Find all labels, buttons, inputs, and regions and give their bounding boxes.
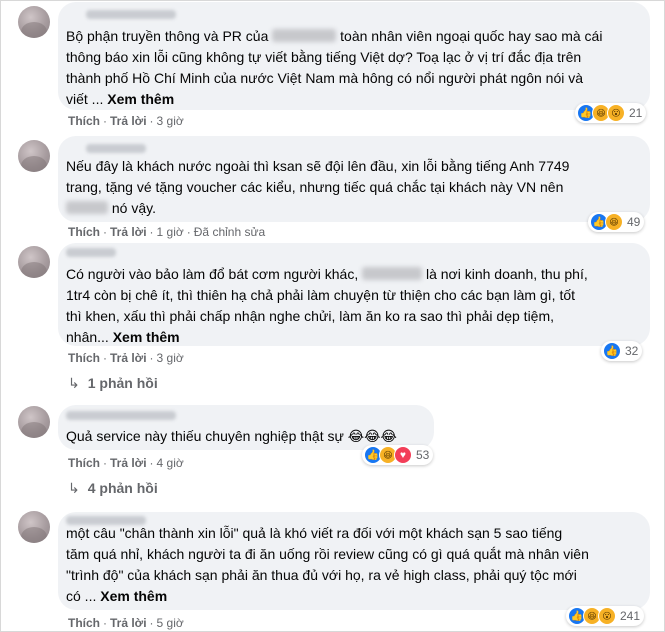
comment-text: Nếu đây là khách nước ngoài thì ksan sẽ … [66,158,570,174]
comment-text: một câu "chân thành xin lỗi" quả là khó … [66,525,563,541]
commenter-name-redacted[interactable] [66,248,116,257]
view-replies-link[interactable]: ↳ 4 phản hồi [68,480,158,497]
replies-count: 1 phản hồi [87,375,158,391]
commenter-name-redacted[interactable] [66,411,176,420]
comment-bubble: Bộ phận truyền thông và PR của toàn nhân… [58,2,650,110]
comment-text: Quả service này thiếu chuyên nghiệp thật… [66,428,397,444]
comment-text: thành phố Hồ Chí Minh của nước Việt Nam … [66,70,584,86]
comment-bubble: Quả service này thiếu chuyên nghiệp thật… [58,405,434,450]
replies-count: 4 phản hồi [87,480,158,496]
comment-text: là nơi kinh doanh, thu phí, [422,266,588,282]
comment-bubble: Nếu đây là khách nước ngoài thì ksan sẽ … [58,136,650,222]
see-more-link[interactable]: Xem thêm [107,91,174,107]
avatar[interactable] [18,140,50,172]
comment-text: thì khen, xấu thì phải chấp nhận nghe ch… [66,308,555,324]
timestamp[interactable]: 5 giờ [157,616,184,630]
reply-button[interactable]: Trả lời [110,456,147,470]
reaction-summary[interactable]: 👍 😆 ♥ 53 [362,445,434,465]
redacted-text [362,267,423,280]
love-reaction-icon: ♥ [394,446,412,464]
reply-button[interactable]: Trả lời [110,351,147,365]
view-replies-link[interactable]: ↳ 1 phản hồi [68,375,158,392]
reply-button[interactable]: Trả lời [110,225,147,239]
like-button[interactable]: Thích [68,456,100,470]
commenter-name-redacted[interactable] [86,144,146,153]
haha-reaction-icon: 😆 [605,213,623,231]
like-button[interactable]: Thích [68,114,100,128]
see-more-link[interactable]: Xem thêm [113,329,180,345]
like-reaction-icon: 👍 [603,342,621,360]
timestamp[interactable]: 3 giờ [157,114,184,128]
comment-text: toàn nhân viên ngoại quốc hay sao mà cái [336,28,603,44]
like-button[interactable]: Thích [68,351,100,365]
timestamp[interactable]: 3 giờ [157,351,184,365]
reaction-summary[interactable]: 👍 😆 😮 241 [566,606,645,626]
timestamp[interactable]: 4 giờ [157,456,184,470]
avatar[interactable] [18,6,50,38]
reply-arrow-icon: ↳ [68,375,80,391]
comment-text: tăm quá nhỉ, khách người ta đi ăn uống r… [66,546,589,562]
wow-reaction-icon: 😮 [607,104,625,122]
reply-button[interactable]: Trả lời [110,114,147,128]
timestamp[interactable]: 1 giờ [157,225,184,239]
comment-bubble: một câu "chân thành xin lỗi" quả là khó … [58,512,650,610]
reply-arrow-icon: ↳ [68,480,80,496]
comment-bubble: Có người vào bảo làm đổ bát cơm người kh… [58,243,650,346]
comment-text: 1tr4 còn bị chê ít, thì thiên hạ chả phả… [66,287,576,303]
comment-text: trang, tặng vé tặng voucher các kiểu, nh… [66,179,564,195]
redacted-text [272,29,337,42]
see-more-link[interactable]: Xem thêm [100,588,167,604]
reaction-count: 21 [629,106,643,120]
comment-text: Có người vào bảo làm đổ bát cơm người kh… [66,266,363,282]
reaction-summary[interactable]: 👍 😆 49 [588,212,645,232]
avatar[interactable] [18,406,50,438]
reaction-count: 49 [627,215,641,229]
like-button[interactable]: Thích [68,616,100,630]
reaction-count: 32 [625,344,639,358]
reaction-summary[interactable]: 👍 32 [601,341,643,361]
reply-button[interactable]: Trả lời [110,616,147,630]
comment-text: viết ... [66,91,108,107]
reaction-count: 241 [620,609,641,623]
wow-reaction-icon: 😮 [598,607,616,625]
reaction-summary[interactable]: 👍 😆 😮 21 [575,103,647,123]
avatar[interactable] [18,511,50,543]
comment-text: "trình độ" của khách sạn phải ăn thua đủ… [66,567,577,583]
comment-text: thông báo xin lỗi cũng không tự viết bằn… [66,49,582,65]
avatar[interactable] [18,246,50,278]
edited-label: Đã chỉnh sửa [193,225,266,239]
redacted-text [66,201,108,214]
reaction-count: 53 [416,448,430,462]
commenter-name-redacted[interactable] [86,10,176,19]
like-button[interactable]: Thích [68,225,100,239]
comment-text: có ... [66,588,101,604]
comment-text: nó vậy. [108,200,156,216]
comment-text: Bộ phận truyền thông và PR của [66,28,273,44]
comment-text: nhân... [66,329,113,345]
